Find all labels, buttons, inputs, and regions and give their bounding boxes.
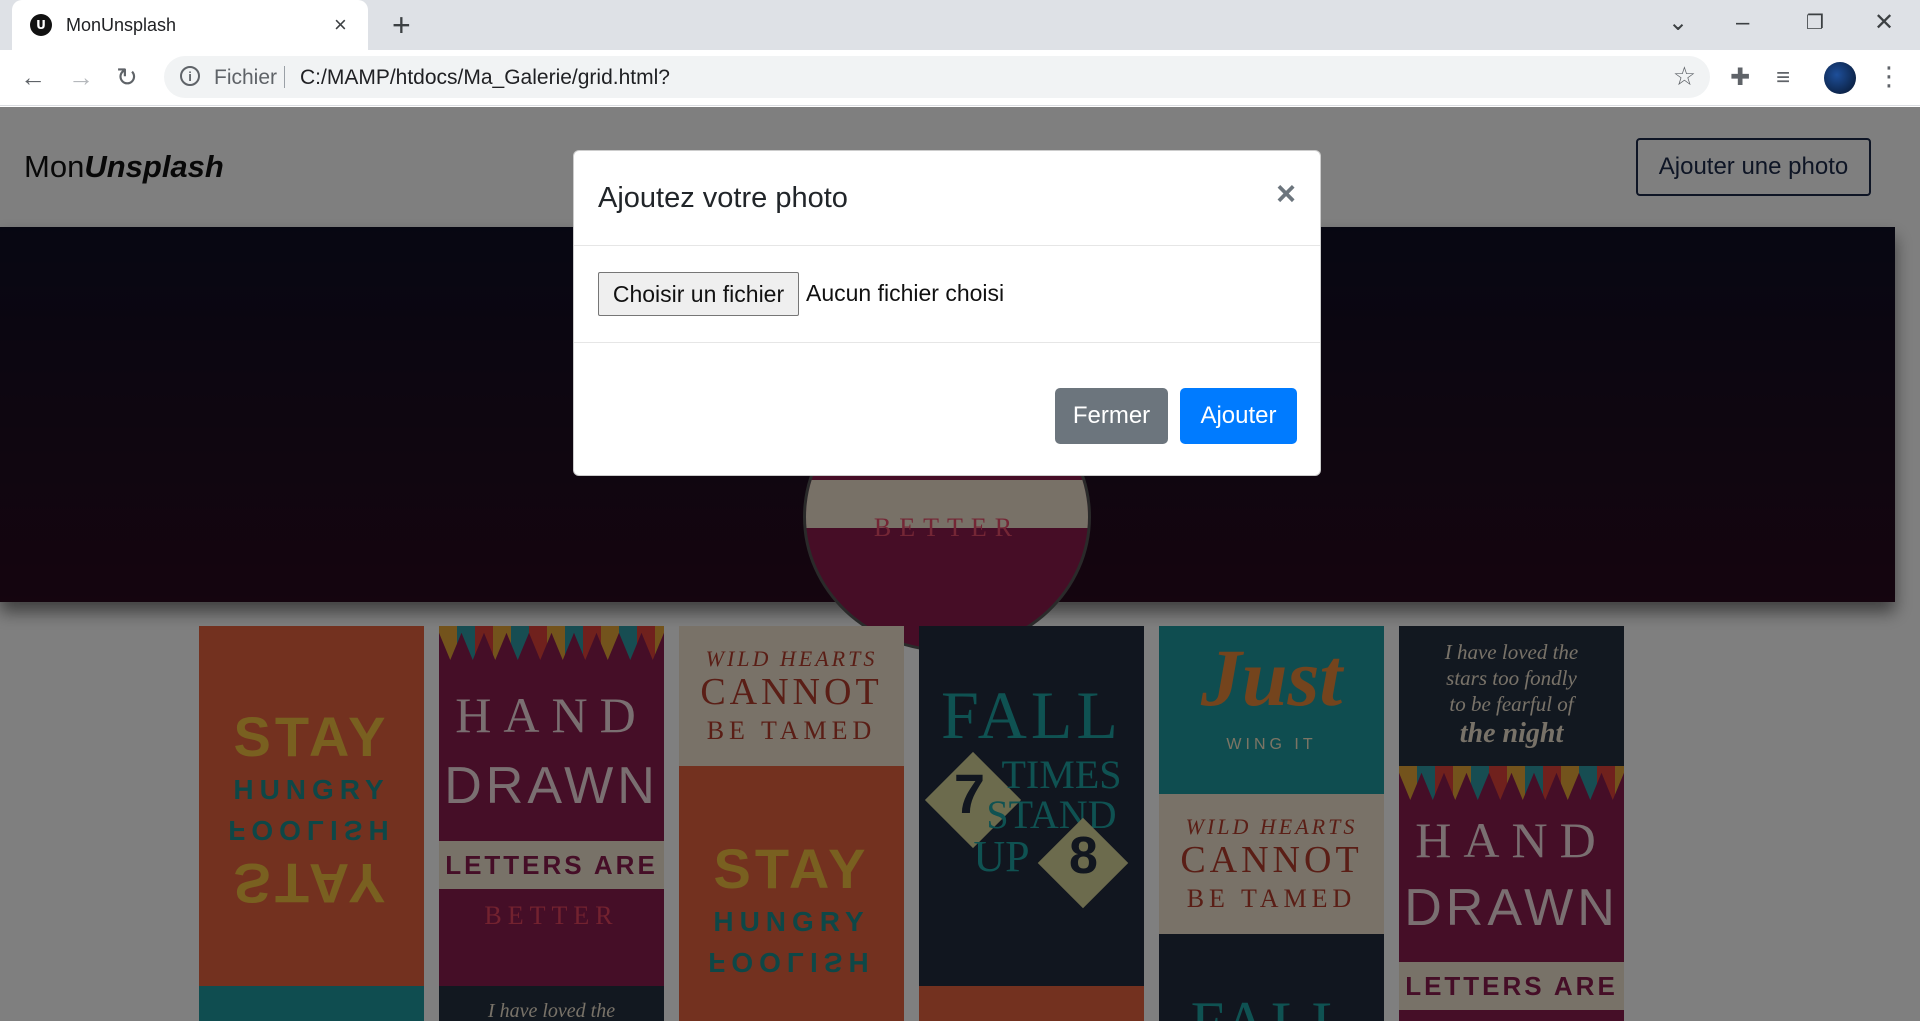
add-photo-modal: Ajoutez votre photo × Choisir un fichier…	[573, 150, 1321, 476]
tab-close-icon[interactable]: ×	[334, 12, 347, 38]
back-icon[interactable]: ←	[20, 60, 46, 94]
modal-body: Choisir un fichier Aucun fichier choisi	[574, 247, 1320, 343]
minimize-icon[interactable]: –	[1736, 6, 1749, 40]
browser-toolbar: ← → ↻ i Fichier C:/MAMP/htdocs/Ma_Galeri…	[0, 50, 1920, 106]
submit-button[interactable]: Ajouter	[1180, 388, 1297, 444]
media-control-icon[interactable]: ≡	[1776, 64, 1790, 92]
security-label: Fichier	[214, 66, 278, 89]
close-button[interactable]: Fermer	[1055, 388, 1168, 444]
site-info-icon[interactable]: i	[180, 66, 200, 86]
bookmark-star-icon[interactable]: ☆	[1673, 62, 1696, 90]
extensions-icon[interactable]: ✚	[1730, 64, 1750, 92]
favicon-icon: U	[30, 14, 52, 36]
omnibox-divider	[284, 66, 285, 88]
file-status-text: Aucun fichier choisi	[806, 280, 1005, 306]
tab-search-icon[interactable]: ⌄	[1668, 6, 1688, 40]
modal-header: Ajoutez votre photo ×	[574, 151, 1320, 246]
browser-tab[interactable]: U MonUnsplash ×	[12, 0, 368, 50]
address-bar[interactable]: i Fichier C:/MAMP/htdocs/Ma_Galerie/grid…	[164, 56, 1710, 98]
new-tab-icon[interactable]: +	[392, 8, 411, 42]
profile-avatar[interactable]	[1824, 62, 1856, 94]
close-icon[interactable]: ×	[1276, 177, 1296, 211]
modal-title: Ajoutez votre photo	[598, 182, 848, 214]
reload-icon[interactable]: ↻	[116, 60, 138, 94]
choose-file-button[interactable]: Choisir un fichier	[598, 272, 799, 316]
url-text[interactable]: C:/MAMP/htdocs/Ma_Galerie/grid.html?	[300, 66, 670, 90]
window-close-icon[interactable]: ✕	[1874, 6, 1894, 40]
restore-icon[interactable]: ❐	[1806, 6, 1824, 40]
tab-title: MonUnsplash	[66, 15, 177, 35]
forward-icon[interactable]: →	[68, 60, 94, 94]
tab-strip: U MonUnsplash × + ⌄ – ❐ ✕	[0, 0, 1920, 50]
page-viewport: MonUnsplash Ajouter une photo BETTER STA…	[0, 107, 1920, 1021]
browser-menu-icon[interactable]: ⋮	[1876, 60, 1902, 92]
